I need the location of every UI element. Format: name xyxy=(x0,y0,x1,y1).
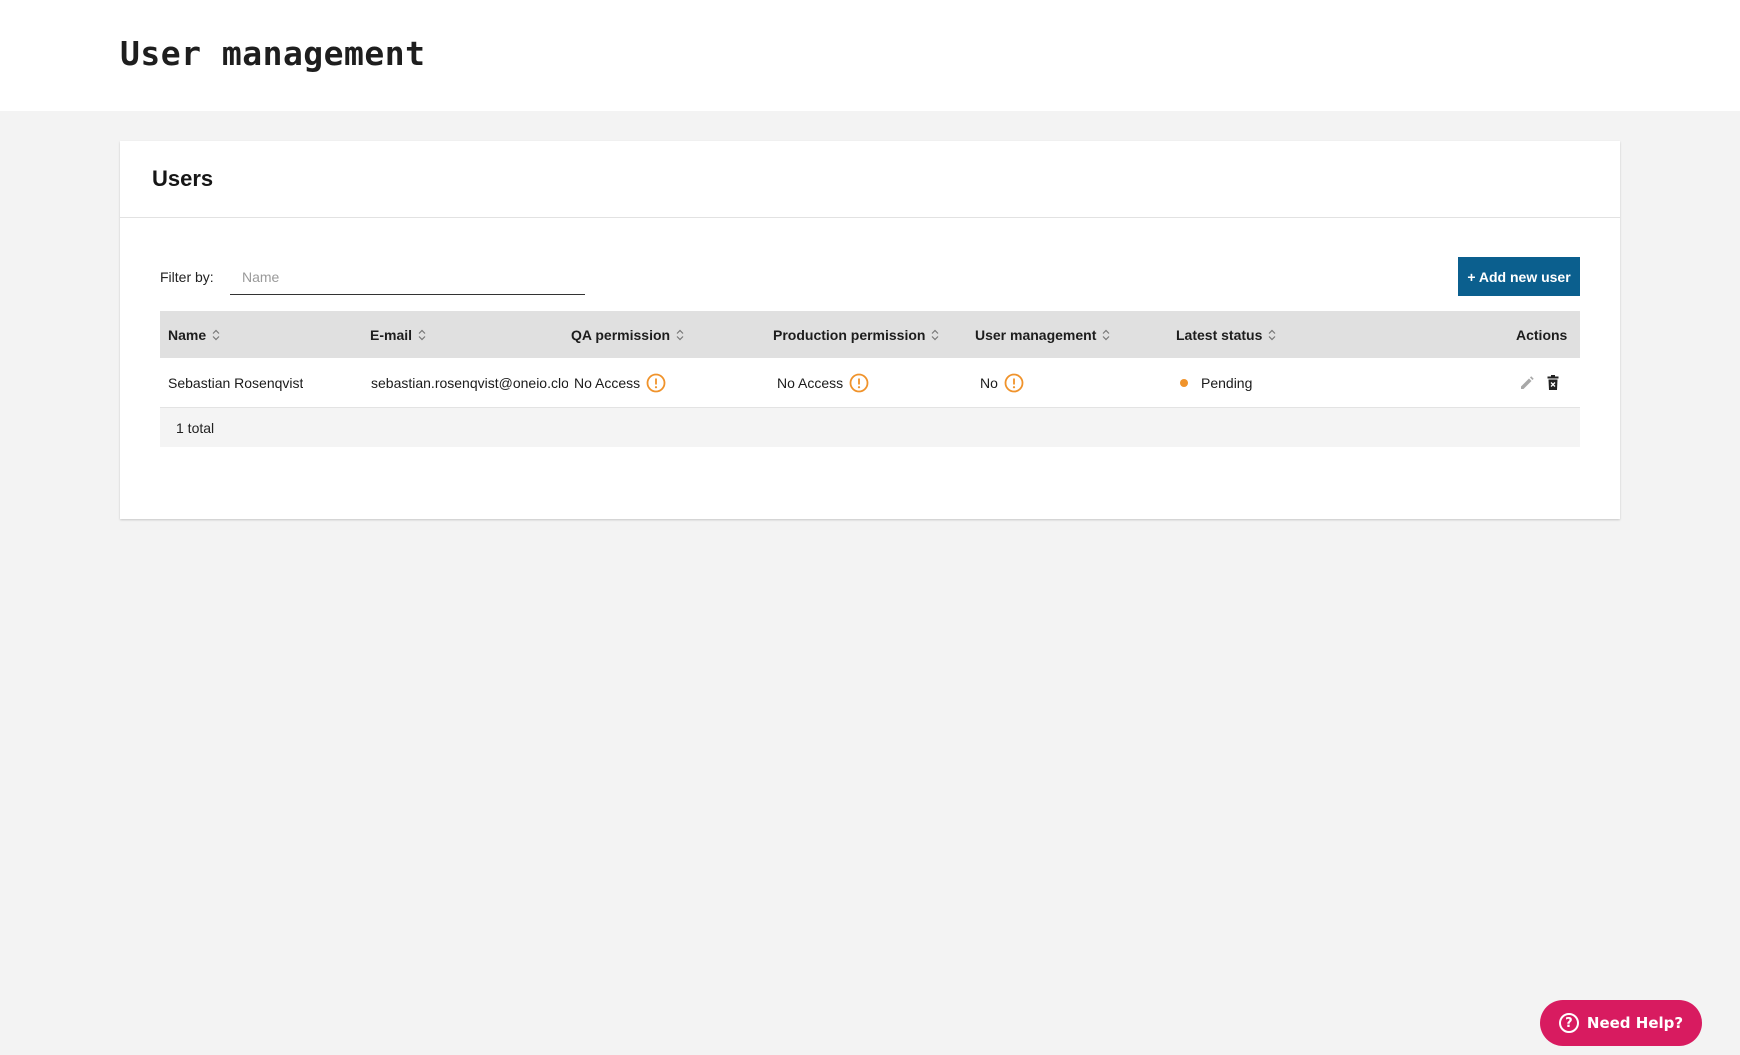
total-count: 1 total xyxy=(176,420,215,436)
table-header: Name E-mail QA permission Production per… xyxy=(160,311,1580,358)
delete-trash-icon[interactable] xyxy=(1544,374,1562,392)
column-header-qa-permission[interactable]: QA permission xyxy=(571,311,684,358)
cell-production-permission: No Access xyxy=(777,358,869,408)
user-management-value: No xyxy=(980,375,998,391)
cell-name: Sebastian Rosenqvist xyxy=(168,375,304,391)
sort-icon xyxy=(932,329,939,340)
cell-email: sebastian.rosenqvist@oneio.cloud xyxy=(371,375,568,391)
card-header: Users xyxy=(120,141,1620,218)
page-title: User management xyxy=(120,34,426,73)
table-row: Sebastian Rosenqvist sebastian.rosenqvis… xyxy=(160,358,1580,408)
add-new-user-button[interactable]: + Add new user xyxy=(1458,257,1580,296)
status-dot-icon xyxy=(1180,379,1188,387)
edit-pencil-icon[interactable] xyxy=(1518,374,1536,392)
cell-user-management: No xyxy=(980,358,1024,408)
column-header-user-management[interactable]: User management xyxy=(975,311,1110,358)
question-icon: ? xyxy=(1558,1013,1579,1033)
need-help-button[interactable]: ? Need Help? xyxy=(1540,1000,1702,1046)
name-filter-input[interactable] xyxy=(230,259,585,295)
filter-label: Filter by: xyxy=(160,269,214,285)
need-help-label: Need Help? xyxy=(1586,1014,1684,1032)
users-table: Name E-mail QA permission Production per… xyxy=(160,311,1580,447)
column-header-name[interactable]: Name xyxy=(168,311,220,358)
sort-icon xyxy=(1102,329,1110,340)
qa-permission-value: No Access xyxy=(574,375,641,391)
status-badge: Pending xyxy=(1201,375,1253,391)
warning-icon xyxy=(849,373,869,393)
card-title: Users xyxy=(152,166,214,191)
sort-icon xyxy=(418,329,426,340)
column-header-actions: Actions xyxy=(1516,326,1568,343)
users-card: Users Filter by: + Add new user Name E-m… xyxy=(120,141,1620,519)
warning-icon xyxy=(646,373,666,393)
production-permission-value: No Access xyxy=(777,375,844,391)
column-header-email[interactable]: E-mail xyxy=(370,311,426,358)
warning-icon xyxy=(1004,373,1024,393)
sort-icon xyxy=(1268,329,1276,340)
sort-icon xyxy=(212,329,220,340)
cell-actions xyxy=(1518,358,1562,408)
sort-icon xyxy=(676,329,684,340)
table-footer: 1 total xyxy=(160,408,1580,447)
column-header-production-permission[interactable]: Production permission xyxy=(773,311,939,358)
cell-latest-status: Pending xyxy=(1180,358,1252,408)
page-header: User management xyxy=(0,0,1740,111)
column-header-latest-status[interactable]: Latest status xyxy=(1176,311,1276,358)
cell-qa-permission: No Access xyxy=(574,358,666,408)
